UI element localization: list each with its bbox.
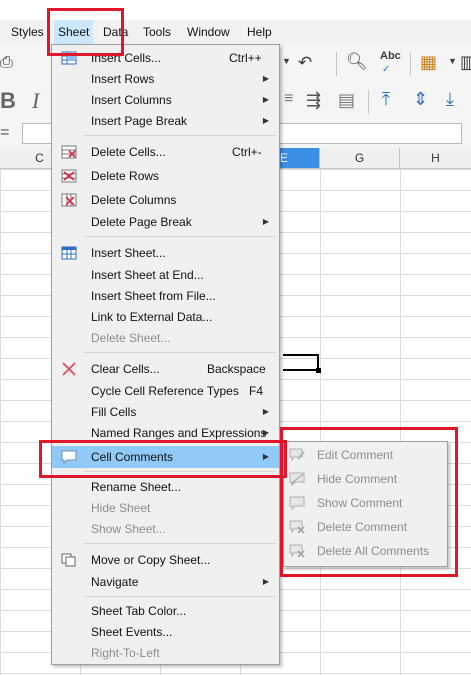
menu-help[interactable]: Help: [247, 20, 272, 44]
submenu-arrow-icon: ▶: [262, 217, 269, 226]
sheet-menu: Insert Cells... Ctrl++ Insert Rows ▶ Ins…: [51, 44, 280, 665]
spelling-check-icon: ✓: [382, 64, 391, 75]
menu-bar: Styles Sheet Data Tools Window Help: [0, 20, 471, 44]
submenu-arrow-icon: ▶: [262, 407, 269, 416]
submenu-arrow-icon: ▶: [262, 428, 269, 437]
menu-item-delete-cells[interactable]: Delete Cells... Ctrl+-: [52, 142, 279, 162]
row-insert-icon[interactable]: ▦: [420, 52, 437, 73]
dropdown-arrow-icon[interactable]: ▼: [282, 56, 291, 66]
align-center-vertical-icon[interactable]: ⇕: [413, 89, 428, 110]
menu-separator: [84, 352, 276, 353]
menu-item-insert-rows[interactable]: Insert Rows ▶: [52, 69, 279, 89]
menu-data[interactable]: Data: [103, 20, 128, 44]
italic-icon[interactable]: I: [32, 88, 39, 114]
menu-item-show-sheet[interactable]: Show Sheet...: [52, 519, 279, 539]
menu-separator: [84, 596, 276, 597]
submenu-item-show-comment[interactable]: Show Comment: [284, 491, 447, 515]
menu-item-insert-page-break[interactable]: Insert Page Break ▶: [52, 111, 279, 131]
hide-comment-icon: [289, 472, 305, 486]
insert-cells-icon: [61, 51, 77, 65]
menu-item-hide-sheet[interactable]: Hide Sheet: [52, 498, 279, 518]
spelling-icon[interactable]: Abc: [380, 50, 401, 62]
copy-sheet-icon: [61, 553, 76, 567]
toolbar-separator: [336, 52, 337, 76]
menu-item-insert-sheet[interactable]: Insert Sheet...: [52, 243, 279, 263]
menu-separator: [84, 471, 276, 472]
menu-item-insert-sheet-from-file[interactable]: Insert Sheet from File...: [52, 286, 279, 306]
insert-sheet-icon: [61, 246, 77, 260]
menu-item-rename-sheet[interactable]: Rename Sheet...: [52, 477, 279, 497]
menu-item-navigate[interactable]: Navigate ▶: [52, 572, 279, 592]
menu-sheet[interactable]: Sheet: [54, 20, 94, 44]
toolbar-separator: [368, 90, 369, 114]
clear-cells-icon: [62, 362, 76, 376]
menu-item-delete-page-break[interactable]: Delete Page Break ▶: [52, 212, 279, 232]
edit-comment-icon: [289, 448, 305, 462]
undo-icon[interactable]: ↶: [298, 53, 312, 73]
menu-item-sheet-tab-color[interactable]: Sheet Tab Color...: [52, 601, 279, 621]
submenu-item-edit-comment[interactable]: Edit Comment: [284, 443, 447, 467]
delete-all-comments-icon: [289, 544, 305, 558]
menu-item-move-copy-sheet[interactable]: Move or Copy Sheet...: [52, 550, 279, 570]
submenu-arrow-icon: ▶: [262, 577, 269, 586]
column-insert-icon[interactable]: ▥: [460, 52, 471, 73]
bold-icon[interactable]: B: [0, 88, 16, 114]
submenu-item-delete-comment[interactable]: Delete Comment: [284, 515, 447, 539]
submenu-arrow-icon: ▶: [262, 452, 269, 461]
merge-cells-icon[interactable]: ▤: [338, 90, 355, 111]
menu-item-insert-columns[interactable]: Insert Columns ▶: [52, 90, 279, 110]
delete-comment-icon: [289, 520, 305, 534]
menu-item-insert-cells[interactable]: Insert Cells... Ctrl++: [52, 48, 279, 68]
menu-separator: [84, 236, 276, 237]
show-comment-icon: [289, 496, 305, 510]
formula-icon[interactable]: =: [0, 124, 9, 142]
menu-item-cycle-cell-reference[interactable]: Cycle Cell Reference Types F4: [52, 381, 279, 401]
menu-item-named-ranges[interactable]: Named Ranges and Expressions ▶: [52, 423, 279, 443]
wrap-text-icon[interactable]: ⇶: [306, 90, 321, 111]
menu-separator: [84, 543, 276, 544]
menu-separator: [84, 135, 276, 136]
menu-item-delete-columns[interactable]: Delete Columns: [52, 190, 279, 210]
menu-item-fill-cells[interactable]: Fill Cells ▶: [52, 402, 279, 422]
menu-item-delete-sheet[interactable]: Delete Sheet...: [52, 328, 279, 348]
menu-item-sheet-events[interactable]: Sheet Events...: [52, 622, 279, 642]
selected-cell[interactable]: [283, 354, 319, 371]
menu-item-delete-rows[interactable]: Delete Rows: [52, 166, 279, 186]
submenu-item-delete-all-comments[interactable]: Delete All Comments: [284, 539, 447, 563]
submenu-arrow-icon: ▶: [262, 74, 269, 83]
align-top-icon[interactable]: ⤒: [382, 89, 390, 110]
align-left-icon[interactable]: ≡: [284, 90, 293, 108]
menu-item-link-external-data[interactable]: Link to External Data...: [52, 307, 279, 327]
column-header-g[interactable]: G: [320, 148, 400, 168]
align-bottom-icon[interactable]: ⤓: [446, 89, 454, 110]
submenu-item-hide-comment[interactable]: Hide Comment: [284, 467, 447, 491]
cell-comments-submenu: Edit Comment Hide Comment Show Comment D…: [283, 441, 448, 567]
menu-item-cell-comments[interactable]: Cell Comments ▶: [52, 446, 279, 468]
dropdown-arrow-icon[interactable]: ▼: [448, 56, 457, 66]
find-replace-icon[interactable]: 🔍︎: [346, 52, 368, 72]
submenu-arrow-icon: ▶: [262, 95, 269, 104]
fill-handle[interactable]: [316, 368, 321, 373]
submenu-arrow-icon: ▶: [262, 116, 269, 125]
menu-item-right-to-left[interactable]: Right-To-Left: [52, 643, 279, 663]
toolbar-separator: [410, 52, 411, 76]
print-preview-icon[interactable]: ⎙: [0, 54, 13, 72]
menu-styles[interactable]: Styles: [11, 20, 44, 44]
menu-item-clear-cells[interactable]: Clear Cells... Backspace: [52, 359, 279, 379]
menu-tools[interactable]: Tools: [143, 20, 171, 44]
column-header-h[interactable]: H: [400, 148, 471, 168]
delete-rows-icon: [61, 169, 77, 183]
comment-icon: [61, 450, 77, 464]
delete-columns-icon: [61, 193, 77, 207]
delete-cells-icon: [61, 145, 77, 159]
menu-window[interactable]: Window: [187, 20, 230, 44]
menu-item-insert-sheet-at-end[interactable]: Insert Sheet at End...: [52, 265, 279, 285]
